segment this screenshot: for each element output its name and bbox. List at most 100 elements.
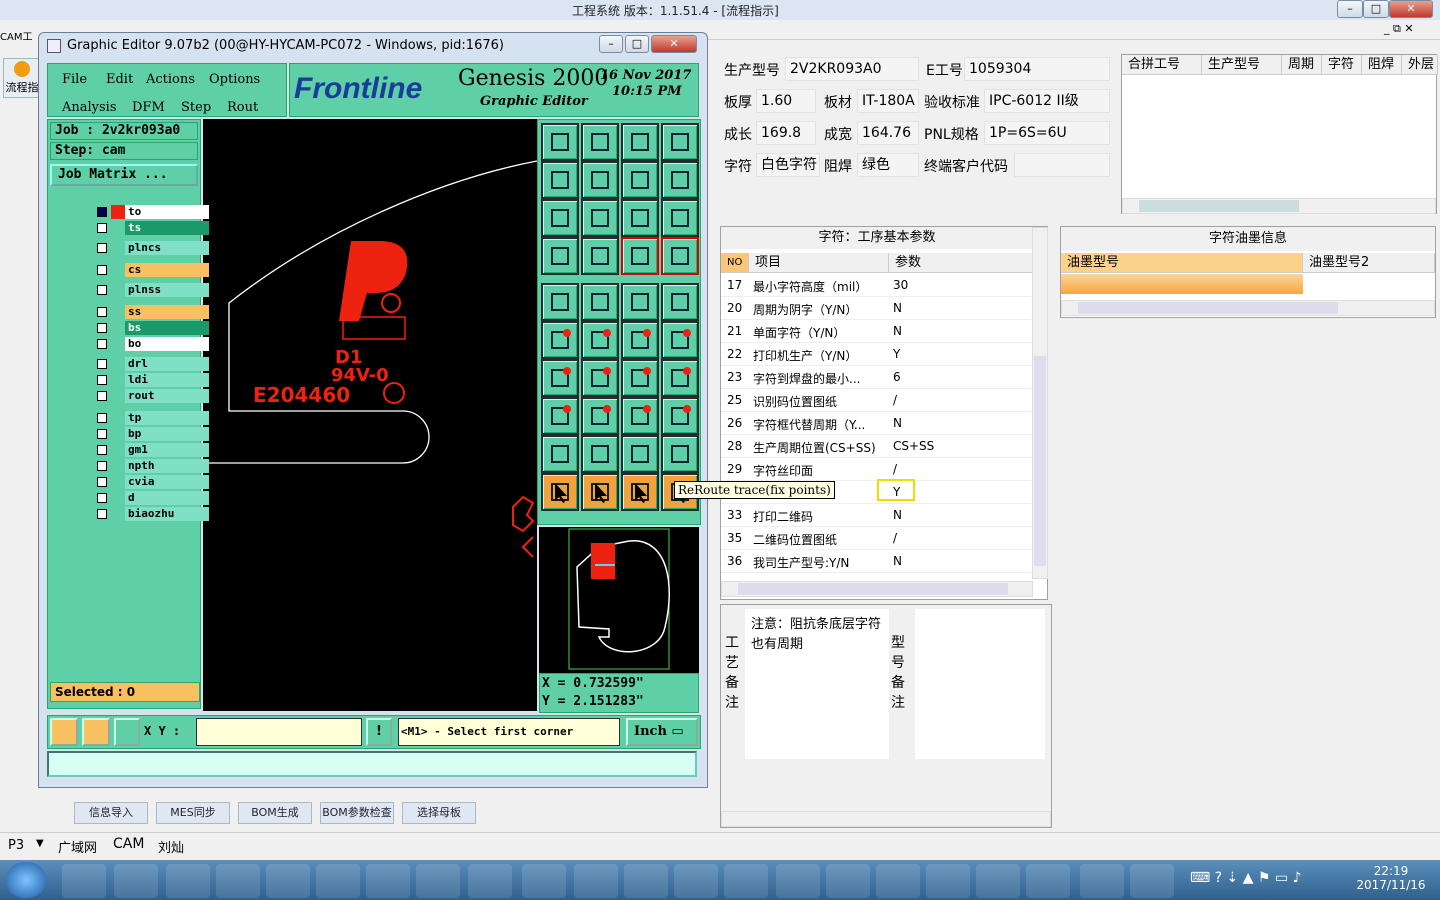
layer-name[interactable]: npth	[125, 459, 209, 473]
mat-field[interactable]: IT-180A	[857, 89, 919, 113]
params-col-param[interactable]: 参数	[889, 253, 1033, 273]
wid-field[interactable]: 164.76	[857, 121, 919, 145]
params-col-item[interactable]: 项目	[749, 253, 889, 273]
mdi-controls[interactable]: _ ⧉ ✕	[1384, 22, 1414, 36]
photo-icon[interactable]	[1080, 864, 1124, 898]
snap-icon[interactable]	[114, 718, 140, 746]
params-row[interactable]: 35 二维码位置图纸 /	[721, 527, 1031, 550]
frontline-icon-2[interactable]	[624, 864, 668, 898]
thick-field[interactable]: 1.60	[756, 89, 816, 113]
excel-icon[interactable]	[266, 864, 310, 898]
mirror-icon[interactable]	[661, 359, 699, 397]
delete-icon[interactable]	[581, 321, 619, 359]
mask-field[interactable]: 绿色	[857, 153, 919, 177]
layer-name[interactable]: ss	[125, 305, 209, 319]
arc-icon[interactable]	[621, 435, 659, 473]
menu-rout[interactable]: Rout	[227, 100, 258, 115]
merge-header-5[interactable]: 外层	[1402, 55, 1438, 75]
xview-icon-6[interactable]	[1026, 864, 1070, 898]
layer-checkbox[interactable]	[97, 375, 107, 385]
array-icon[interactable]	[661, 397, 699, 435]
params-row[interactable]: 23 字符到焊盘的最小... 6	[721, 366, 1031, 389]
layer-checkbox[interactable]	[97, 265, 107, 275]
pointer-icon[interactable]	[541, 473, 579, 511]
folder-icon[interactable]	[62, 864, 106, 898]
connect-icon[interactable]	[541, 321, 579, 359]
layer-name[interactable]: d	[125, 491, 209, 505]
eno-field[interactable]: 1059304	[964, 57, 1110, 81]
model-note-text[interactable]	[915, 609, 1045, 759]
params-row-value[interactable]: N	[893, 508, 902, 522]
dash-icon[interactable]	[581, 397, 619, 435]
layer-name[interactable]: drl	[125, 357, 209, 371]
layer-checkbox[interactable]	[97, 207, 107, 217]
bom-check-button[interactable]: BOM参数检查	[320, 802, 394, 824]
params-row[interactable]: 36 我司生产型号:Y/N N	[721, 550, 1031, 573]
move-icon[interactable]	[661, 321, 699, 359]
clock[interactable]: 22:19 2017/11/16	[1356, 864, 1426, 892]
notes-hscroll[interactable]	[721, 811, 1051, 827]
info-icon[interactable]: !	[366, 718, 392, 746]
xview-icon-3[interactable]	[876, 864, 920, 898]
ink-hscroll-thumb[interactable]	[1078, 302, 1338, 314]
word-icon-2[interactable]	[216, 864, 260, 898]
menu-actions[interactable]: Actions	[146, 72, 195, 87]
layer-checkbox[interactable]	[97, 359, 107, 369]
params-row-value[interactable]: /	[893, 531, 897, 545]
close-button[interactable]: ✕	[1389, 0, 1433, 18]
slope-icon[interactable]	[541, 359, 579, 397]
frontline-icon-3[interactable]	[674, 864, 718, 898]
merge-hscroll-thumb[interactable]	[1139, 200, 1299, 212]
select-box-icon[interactable]	[621, 473, 659, 511]
params-vscroll[interactable]	[1032, 227, 1048, 579]
layer-checkbox[interactable]	[97, 429, 107, 439]
genesis-icon[interactable]	[468, 864, 512, 898]
params-row[interactable]: 20 周期为阴字（Y/N） N	[721, 297, 1031, 320]
params-row-value[interactable]: /	[893, 462, 897, 476]
layer-checkbox[interactable]	[97, 445, 107, 455]
zoom-home-icon[interactable]	[541, 199, 579, 237]
layer-checkbox[interactable]	[97, 477, 107, 487]
params-row-value[interactable]: CS+SS	[893, 439, 934, 453]
menu-analysis[interactable]: Analysis	[62, 100, 117, 115]
layer-checkbox[interactable]	[97, 285, 107, 295]
params-row-value[interactable]: 30	[893, 278, 908, 292]
zoom-fit-icon[interactable]	[621, 161, 659, 199]
std-field[interactable]: IPC-6012 II级	[984, 89, 1110, 113]
genesis-minimize[interactable]: –	[599, 35, 623, 53]
menu-options[interactable]: Options	[209, 72, 260, 87]
params-row[interactable]: 22 打印机生产（Y/N） Y	[721, 343, 1031, 366]
params-vscroll-thumb[interactable]	[1034, 356, 1046, 566]
layer-name[interactable]: cvia	[125, 475, 209, 489]
window-icon[interactable]	[661, 123, 699, 161]
merge-header-1[interactable]: 生产型号	[1202, 55, 1282, 75]
mes-sync-button[interactable]: MES同步	[156, 802, 230, 824]
layer-name[interactable]: biaozhu	[125, 507, 209, 521]
layer-name[interactable]: bo	[125, 337, 209, 351]
tray-icons[interactable]: ⌨ ? ⇣ ▲ ⚑ ▭ ♪	[1190, 870, 1302, 886]
graphic-canvas[interactable]: D1 94V-0 E204460	[203, 119, 537, 711]
params-row-value[interactable]: /	[893, 393, 897, 407]
menu-file[interactable]: File	[62, 72, 87, 87]
ink-col-2[interactable]: 油墨型号2	[1303, 253, 1435, 273]
layer-name[interactable]: rout	[125, 389, 209, 403]
status-dropdown-icon[interactable]: ▼	[36, 838, 44, 849]
params-hscroll[interactable]	[721, 581, 1033, 597]
params-row[interactable]: 17 最小字符高度（mil） 30	[721, 274, 1031, 297]
params-row[interactable]: 25 识别码位置图纸 /	[721, 389, 1031, 412]
params-hscroll-thumb[interactable]	[738, 583, 1008, 595]
mini-map[interactable]	[539, 527, 699, 673]
pnl-field[interactable]: 1P=6S=6U	[984, 121, 1110, 145]
merge-header-2[interactable]: 周期	[1282, 55, 1322, 75]
line-icon[interactable]	[581, 359, 619, 397]
xy-input[interactable]	[196, 718, 362, 746]
process-button[interactable]: 流程指	[3, 58, 41, 98]
ruler-icon[interactable]	[621, 283, 659, 321]
bom-generate-button[interactable]: BOM生成	[238, 802, 312, 824]
menu-edit[interactable]: Edit	[106, 72, 133, 87]
resize-icon[interactable]	[621, 397, 659, 435]
excel-icon-3[interactable]	[366, 864, 410, 898]
genesis-maximize[interactable]: □	[625, 35, 649, 53]
params-row-value[interactable]: N	[893, 554, 902, 568]
layer-name[interactable]: bp	[125, 427, 209, 441]
